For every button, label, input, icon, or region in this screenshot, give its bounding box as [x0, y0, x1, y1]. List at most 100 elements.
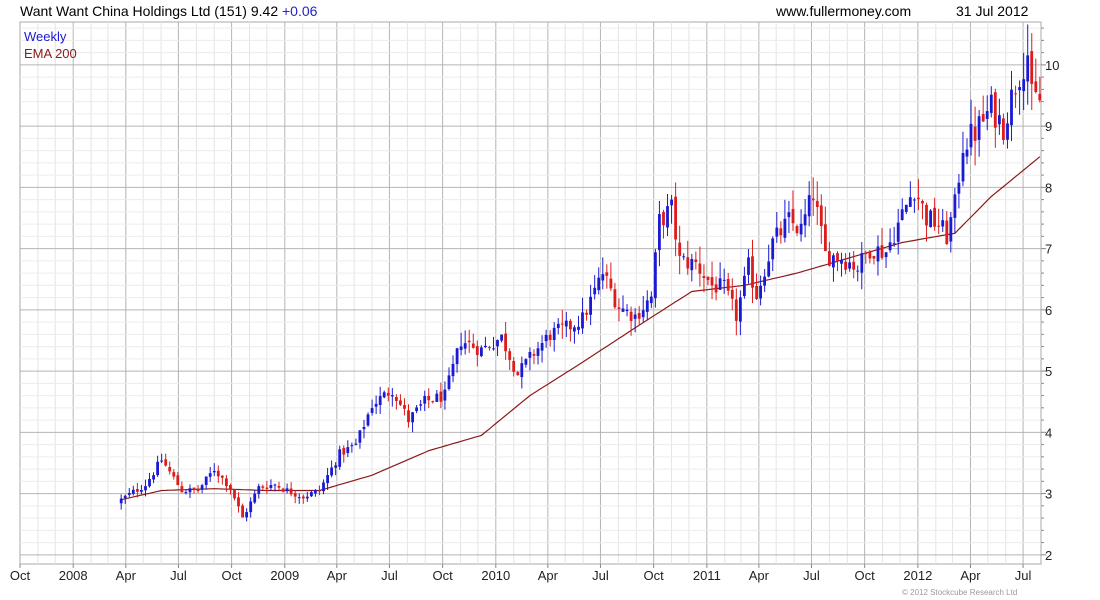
candle-down: [427, 396, 431, 401]
candle-up: [184, 492, 188, 494]
candle-up: [884, 252, 888, 258]
candle-up: [463, 343, 467, 349]
candle-up: [953, 194, 957, 218]
candle-down: [164, 459, 168, 466]
candle-down: [921, 201, 924, 204]
candle-up: [524, 359, 528, 365]
candle-up: [330, 467, 333, 476]
candle-down: [686, 257, 690, 269]
candle-up: [297, 497, 301, 499]
candle-up: [641, 310, 645, 318]
candle-up: [123, 495, 127, 499]
candle-down: [973, 126, 977, 141]
candle-down: [475, 346, 479, 355]
candle-up: [556, 323, 560, 328]
candle-down: [196, 489, 200, 491]
candle-up: [666, 206, 669, 228]
candle-up: [722, 279, 726, 281]
x-tick-label: Oct: [221, 568, 242, 583]
candle-up: [625, 309, 629, 312]
candle-down: [233, 489, 236, 499]
candle-down: [933, 207, 936, 227]
candle-up: [358, 430, 362, 443]
candle-up: [212, 471, 216, 473]
candle-up: [492, 348, 495, 350]
candle-down: [1014, 93, 1017, 95]
candle-down: [261, 486, 265, 488]
x-tick-label: 2009: [270, 568, 299, 583]
candle-up: [455, 348, 459, 365]
candle-up: [977, 116, 981, 140]
candle-up: [160, 460, 163, 462]
candle-up: [654, 252, 657, 299]
candle-up: [362, 427, 366, 430]
x-tick-label: Apr: [960, 568, 981, 583]
candle-up: [759, 285, 762, 299]
candle-up: [520, 363, 524, 378]
candle-down: [585, 312, 588, 315]
candle-up: [961, 153, 965, 182]
candle-up: [957, 182, 961, 194]
candle-up: [856, 270, 860, 272]
candle-up: [346, 447, 350, 453]
candle-down: [791, 209, 795, 224]
candle-down: [172, 472, 176, 477]
y-tick-label: 10: [1045, 58, 1059, 73]
candle-down: [403, 405, 406, 409]
candle-up: [447, 375, 451, 389]
candle-up: [451, 363, 455, 377]
candle-down: [981, 114, 985, 122]
candle-up: [969, 123, 973, 148]
candle-down: [342, 447, 346, 455]
candle-down: [508, 351, 512, 360]
candle-up: [771, 238, 775, 260]
y-tick-label: 7: [1045, 242, 1052, 257]
x-tick-label: Apr: [116, 568, 137, 583]
candle-up: [896, 222, 900, 242]
candle-up: [156, 461, 159, 476]
candle-up: [131, 489, 135, 494]
candle-down: [605, 272, 609, 276]
legend-ema: EMA 200: [24, 46, 77, 61]
candle-down: [241, 505, 244, 518]
candle-up: [415, 407, 418, 412]
y-tick-label: 4: [1045, 425, 1052, 440]
candle-up: [848, 262, 851, 269]
candle-up: [459, 346, 463, 350]
x-tick-label: Apr: [327, 568, 348, 583]
candle-down: [471, 343, 475, 348]
candle-up: [552, 327, 556, 340]
candle-up: [1018, 87, 1021, 91]
candle-down: [706, 276, 710, 280]
candle-up: [840, 260, 843, 264]
candle-down: [811, 198, 815, 201]
candle-down: [880, 245, 884, 258]
candle-down: [301, 496, 305, 499]
candle-up: [832, 255, 835, 268]
candle-down: [755, 286, 758, 299]
x-tick-label: Jul: [1015, 568, 1032, 583]
candle-up: [127, 493, 131, 495]
candle-down: [617, 307, 621, 309]
candle-up: [148, 478, 151, 487]
y-tick-label: 9: [1045, 119, 1052, 134]
candle-down: [613, 289, 617, 308]
x-axis: Oct 2008 Apr Jul Oct 2009 Apr Jul Oct 2010 Apr Jul O…: [10, 564, 1032, 583]
candle-down: [751, 256, 754, 288]
candle-up: [739, 297, 742, 322]
candle-up: [597, 277, 601, 291]
candle-down: [872, 256, 876, 259]
x-tick-label: 2011: [693, 568, 721, 583]
candle-down: [277, 486, 281, 488]
candle-up: [1006, 123, 1009, 140]
x-tick-label: Oct: [644, 568, 665, 583]
candle-up: [253, 493, 257, 503]
candle-down: [819, 205, 823, 226]
candle-down: [318, 490, 321, 492]
candle-up: [941, 220, 945, 227]
candle-up: [670, 199, 673, 206]
candle-up: [314, 490, 317, 494]
candle-up: [354, 443, 358, 445]
x-tick-label: 2012: [903, 568, 932, 583]
candle-up: [876, 246, 880, 262]
